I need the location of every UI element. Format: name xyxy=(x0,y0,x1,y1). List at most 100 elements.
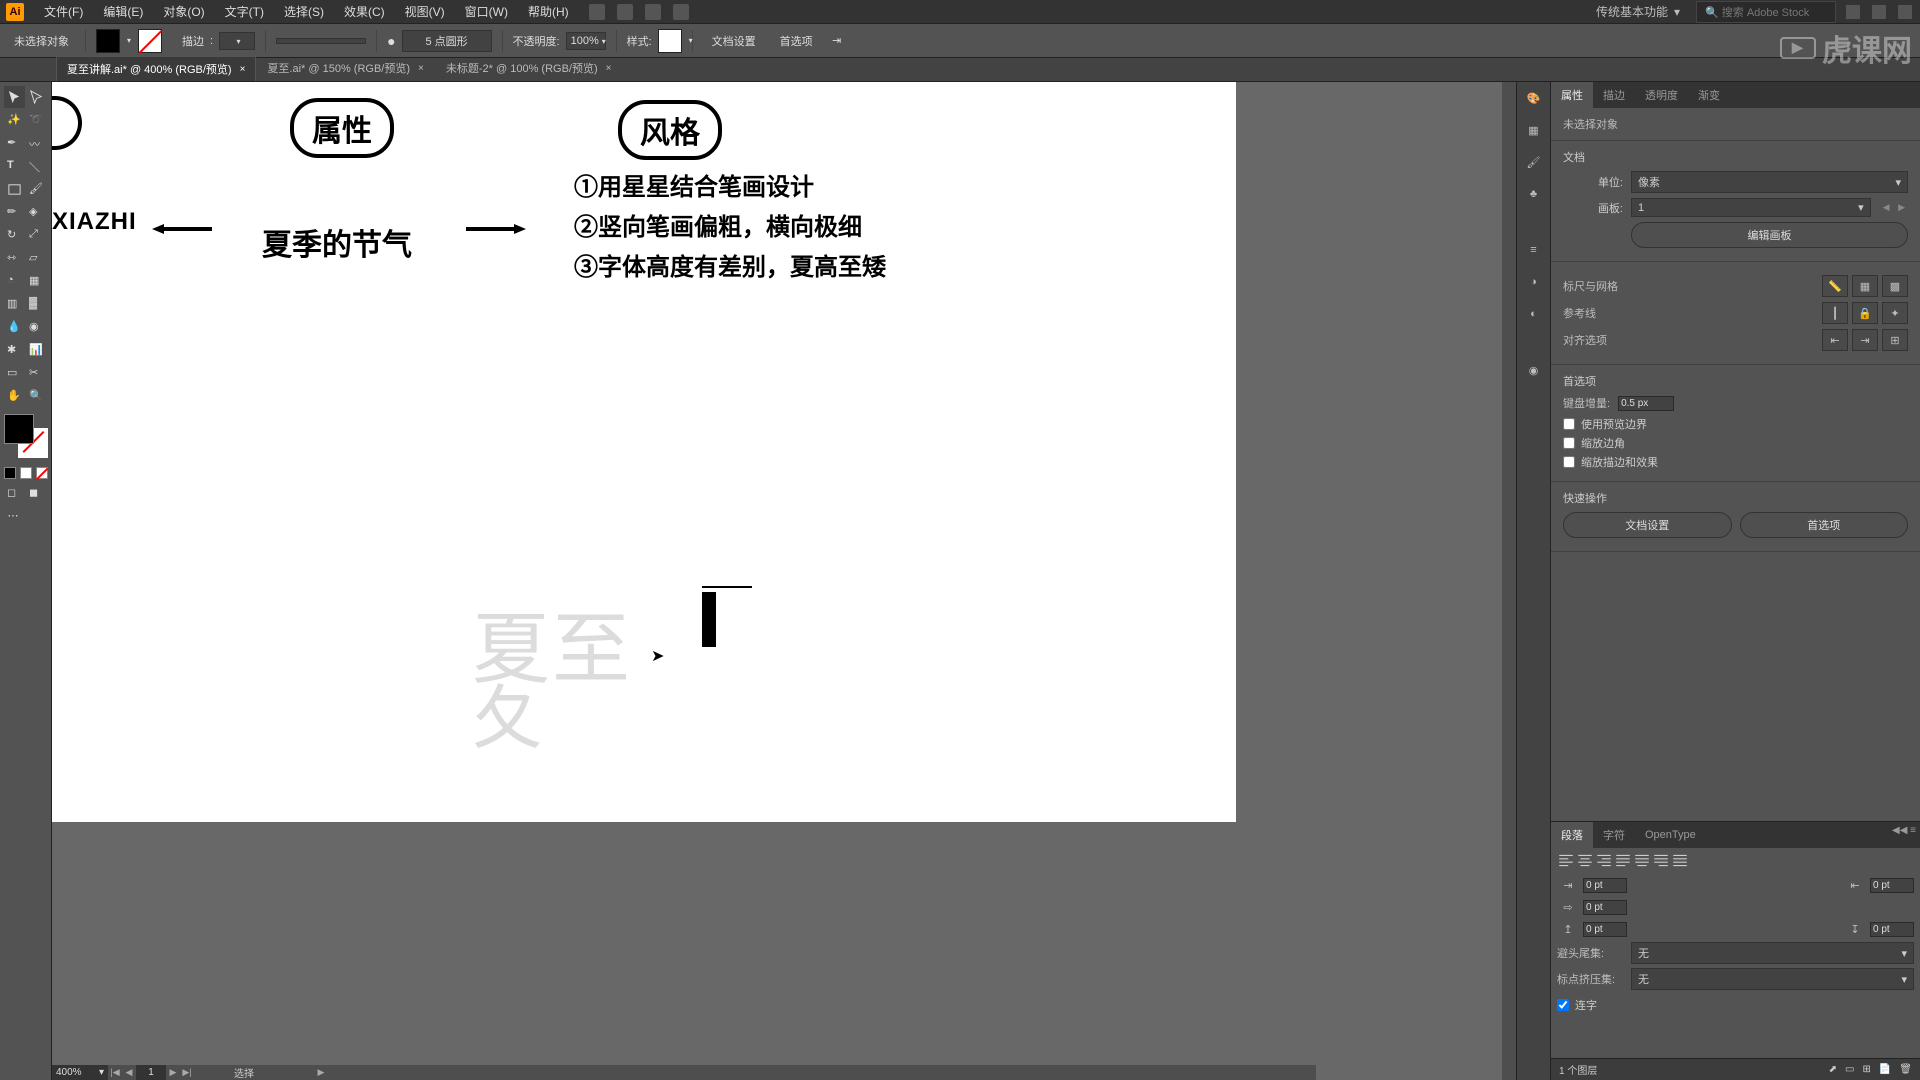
transparency-grid-icon[interactable]: ▩ xyxy=(1882,275,1908,297)
first-line-indent-field[interactable] xyxy=(1583,900,1627,915)
scale-strokes-checkbox[interactable] xyxy=(1563,456,1575,468)
shape-builder-tool[interactable]: ◔ xyxy=(4,270,25,292)
hand-tool[interactable]: ✋ xyxy=(4,385,25,407)
line-tool[interactable]: ＼ xyxy=(26,155,47,177)
pen-tool[interactable]: ✒ xyxy=(4,132,25,154)
width-tool[interactable]: ⇿ xyxy=(4,247,25,269)
panel-tab-stroke[interactable]: 描边 xyxy=(1593,82,1635,108)
doc-tab-3[interactable]: 未标题-2* @ 100% (RGB/预览) × xyxy=(435,55,623,81)
stroke-profile-field[interactable]: 5 点圆形 xyxy=(402,30,492,52)
menu-window[interactable]: 窗口(W) xyxy=(455,3,518,20)
justify-center-icon[interactable] xyxy=(1633,852,1651,870)
status-flyout[interactable]: ▶ xyxy=(314,1065,328,1080)
graphic-style-swatch[interactable]: ▾ xyxy=(658,29,682,53)
key-increment-field[interactable] xyxy=(1618,396,1674,411)
menu-select[interactable]: 选择(S) xyxy=(274,3,334,20)
panel-tab-properties[interactable]: 属性 xyxy=(1551,82,1593,108)
doc-icon[interactable] xyxy=(589,4,605,20)
doc-tab-2[interactable]: 夏至.ai* @ 150% (RGB/预览) × xyxy=(256,55,434,81)
menu-type[interactable]: 文字(T) xyxy=(215,3,274,20)
color-mode-none[interactable] xyxy=(36,467,48,479)
edit-artboards-button[interactable]: 编辑画板 xyxy=(1631,222,1908,248)
fill-stroke-swatch[interactable] xyxy=(4,414,48,458)
menu-file[interactable]: 文件(F) xyxy=(34,3,93,20)
curvature-tool[interactable]: 〰 xyxy=(26,132,47,154)
close-icon[interactable]: × xyxy=(606,63,612,74)
panel-tab-paragraph[interactable]: 段落 xyxy=(1551,822,1593,848)
minimize-icon[interactable] xyxy=(1846,5,1860,19)
scrollbar-vertical[interactable] xyxy=(1502,82,1516,1080)
locate-object-icon[interactable]: ⬈ xyxy=(1829,1064,1837,1075)
close-icon[interactable]: × xyxy=(418,63,424,74)
search-stock[interactable]: 🔍 搜索 Adobe Stock xyxy=(1696,1,1836,23)
zoom-tool[interactable]: 🔍 xyxy=(26,385,47,407)
lasso-tool[interactable]: ➰ xyxy=(26,109,47,131)
slice-tool[interactable]: ✂ xyxy=(26,362,47,384)
quick-preferences-button[interactable]: 首选项 xyxy=(1740,512,1909,538)
gradient-tool[interactable]: ▓ xyxy=(26,293,47,315)
workspace-switcher[interactable]: 传统基本功能 ▾ xyxy=(1588,1,1688,22)
guides-visibility-icon[interactable]: ┃ xyxy=(1822,302,1848,324)
first-artboard-button[interactable]: |◀ xyxy=(108,1065,122,1080)
maximize-icon[interactable] xyxy=(1872,5,1886,19)
shaper-tool[interactable]: ✏ xyxy=(4,201,25,223)
indent-right-field[interactable] xyxy=(1870,878,1914,893)
space-after-field[interactable] xyxy=(1870,922,1914,937)
align-left-icon[interactable] xyxy=(1557,852,1575,870)
mesh-tool[interactable]: ▥ xyxy=(4,293,25,315)
type-tool[interactable]: T xyxy=(4,155,25,177)
menu-edit[interactable]: 编辑(E) xyxy=(93,3,153,20)
scale-tool[interactable]: ⤢ xyxy=(26,224,47,246)
close-icon[interactable]: × xyxy=(240,64,246,75)
zoom-field[interactable]: 400%▾ xyxy=(52,1065,108,1080)
panel-flyout-icon[interactable]: ◀◀ ≡ xyxy=(1892,825,1916,836)
eyedropper-tool[interactable]: 💧 xyxy=(4,316,25,338)
close-icon[interactable] xyxy=(1898,5,1912,19)
menu-help[interactable]: 帮助(H) xyxy=(518,3,579,20)
panel-tab-transparency[interactable]: 透明度 xyxy=(1635,82,1688,108)
color-mode-solid[interactable] xyxy=(4,467,16,479)
column-graph-tool[interactable]: 📊 xyxy=(26,339,47,361)
fill-color-box[interactable] xyxy=(4,414,34,444)
brush-field[interactable] xyxy=(276,38,366,44)
screen-mode-full[interactable]: ◼ xyxy=(26,482,47,504)
prev-artboard-button[interactable]: ◀ xyxy=(122,1065,136,1080)
paintbrush-tool[interactable]: 🖌 xyxy=(26,178,47,200)
align-right-icon[interactable] xyxy=(1595,852,1613,870)
grid-icon[interactable]: ▦ xyxy=(1852,275,1878,297)
transparency-panel-icon[interactable]: ◐ xyxy=(1524,304,1544,324)
justify-right-icon[interactable] xyxy=(1652,852,1670,870)
selection-tool[interactable] xyxy=(4,86,25,108)
stroke-panel-icon[interactable]: ≡ xyxy=(1524,240,1544,260)
document-setup-button[interactable]: 文档设置 xyxy=(703,29,765,53)
stroke-weight-field[interactable] xyxy=(219,32,255,50)
menu-view[interactable]: 视图(V) xyxy=(395,3,455,20)
make-clipping-mask-icon[interactable]: ▭ xyxy=(1845,1064,1854,1075)
color-panel-icon[interactable]: 🎨 xyxy=(1524,88,1544,108)
fill-swatch[interactable]: ▾ xyxy=(96,29,120,53)
create-sublayer-icon[interactable]: ⊞ xyxy=(1862,1064,1870,1075)
blend-tool[interactable]: ◉ xyxy=(26,316,47,338)
free-transform-tool[interactable]: ▱ xyxy=(26,247,47,269)
panel-tab-character[interactable]: 字符 xyxy=(1593,822,1635,848)
justify-left-icon[interactable] xyxy=(1614,852,1632,870)
quick-doc-setup-button[interactable]: 文档设置 xyxy=(1563,512,1732,538)
artboard-tool[interactable]: ▭ xyxy=(4,362,25,384)
stroke-swatch[interactable] xyxy=(138,29,162,53)
canvas-area[interactable]: 属性 风格 XIAZHI 夏季的节气 ①用星星结合笔画设计 ②竖向笔画偏粗，横向… xyxy=(52,82,1516,1080)
snap-pixel-icon[interactable]: ⊞ xyxy=(1882,329,1908,351)
menu-object[interactable]: 对象(O) xyxy=(153,3,214,20)
scale-corners-checkbox[interactable] xyxy=(1563,437,1575,449)
gradient-panel-icon[interactable]: ◑ xyxy=(1524,272,1544,292)
symbols-panel-icon[interactable]: ♣ xyxy=(1524,184,1544,204)
direct-selection-tool[interactable] xyxy=(26,86,47,108)
artboard-dropdown[interactable]: 1▾ xyxy=(1631,198,1871,217)
artboard-index-field[interactable]: 1 xyxy=(136,1065,166,1080)
appearance-panel-icon[interactable]: ◉ xyxy=(1524,360,1544,380)
new-layer-icon[interactable]: 📄 xyxy=(1879,1064,1891,1075)
rotate-tool[interactable]: ↻ xyxy=(4,224,25,246)
units-dropdown[interactable]: 像素▾ xyxy=(1631,171,1908,193)
layout-icon[interactable] xyxy=(645,4,661,20)
snap-grid-icon[interactable]: ⇥ xyxy=(1852,329,1878,351)
align-flyout-icon[interactable]: ⇥ xyxy=(828,32,846,50)
